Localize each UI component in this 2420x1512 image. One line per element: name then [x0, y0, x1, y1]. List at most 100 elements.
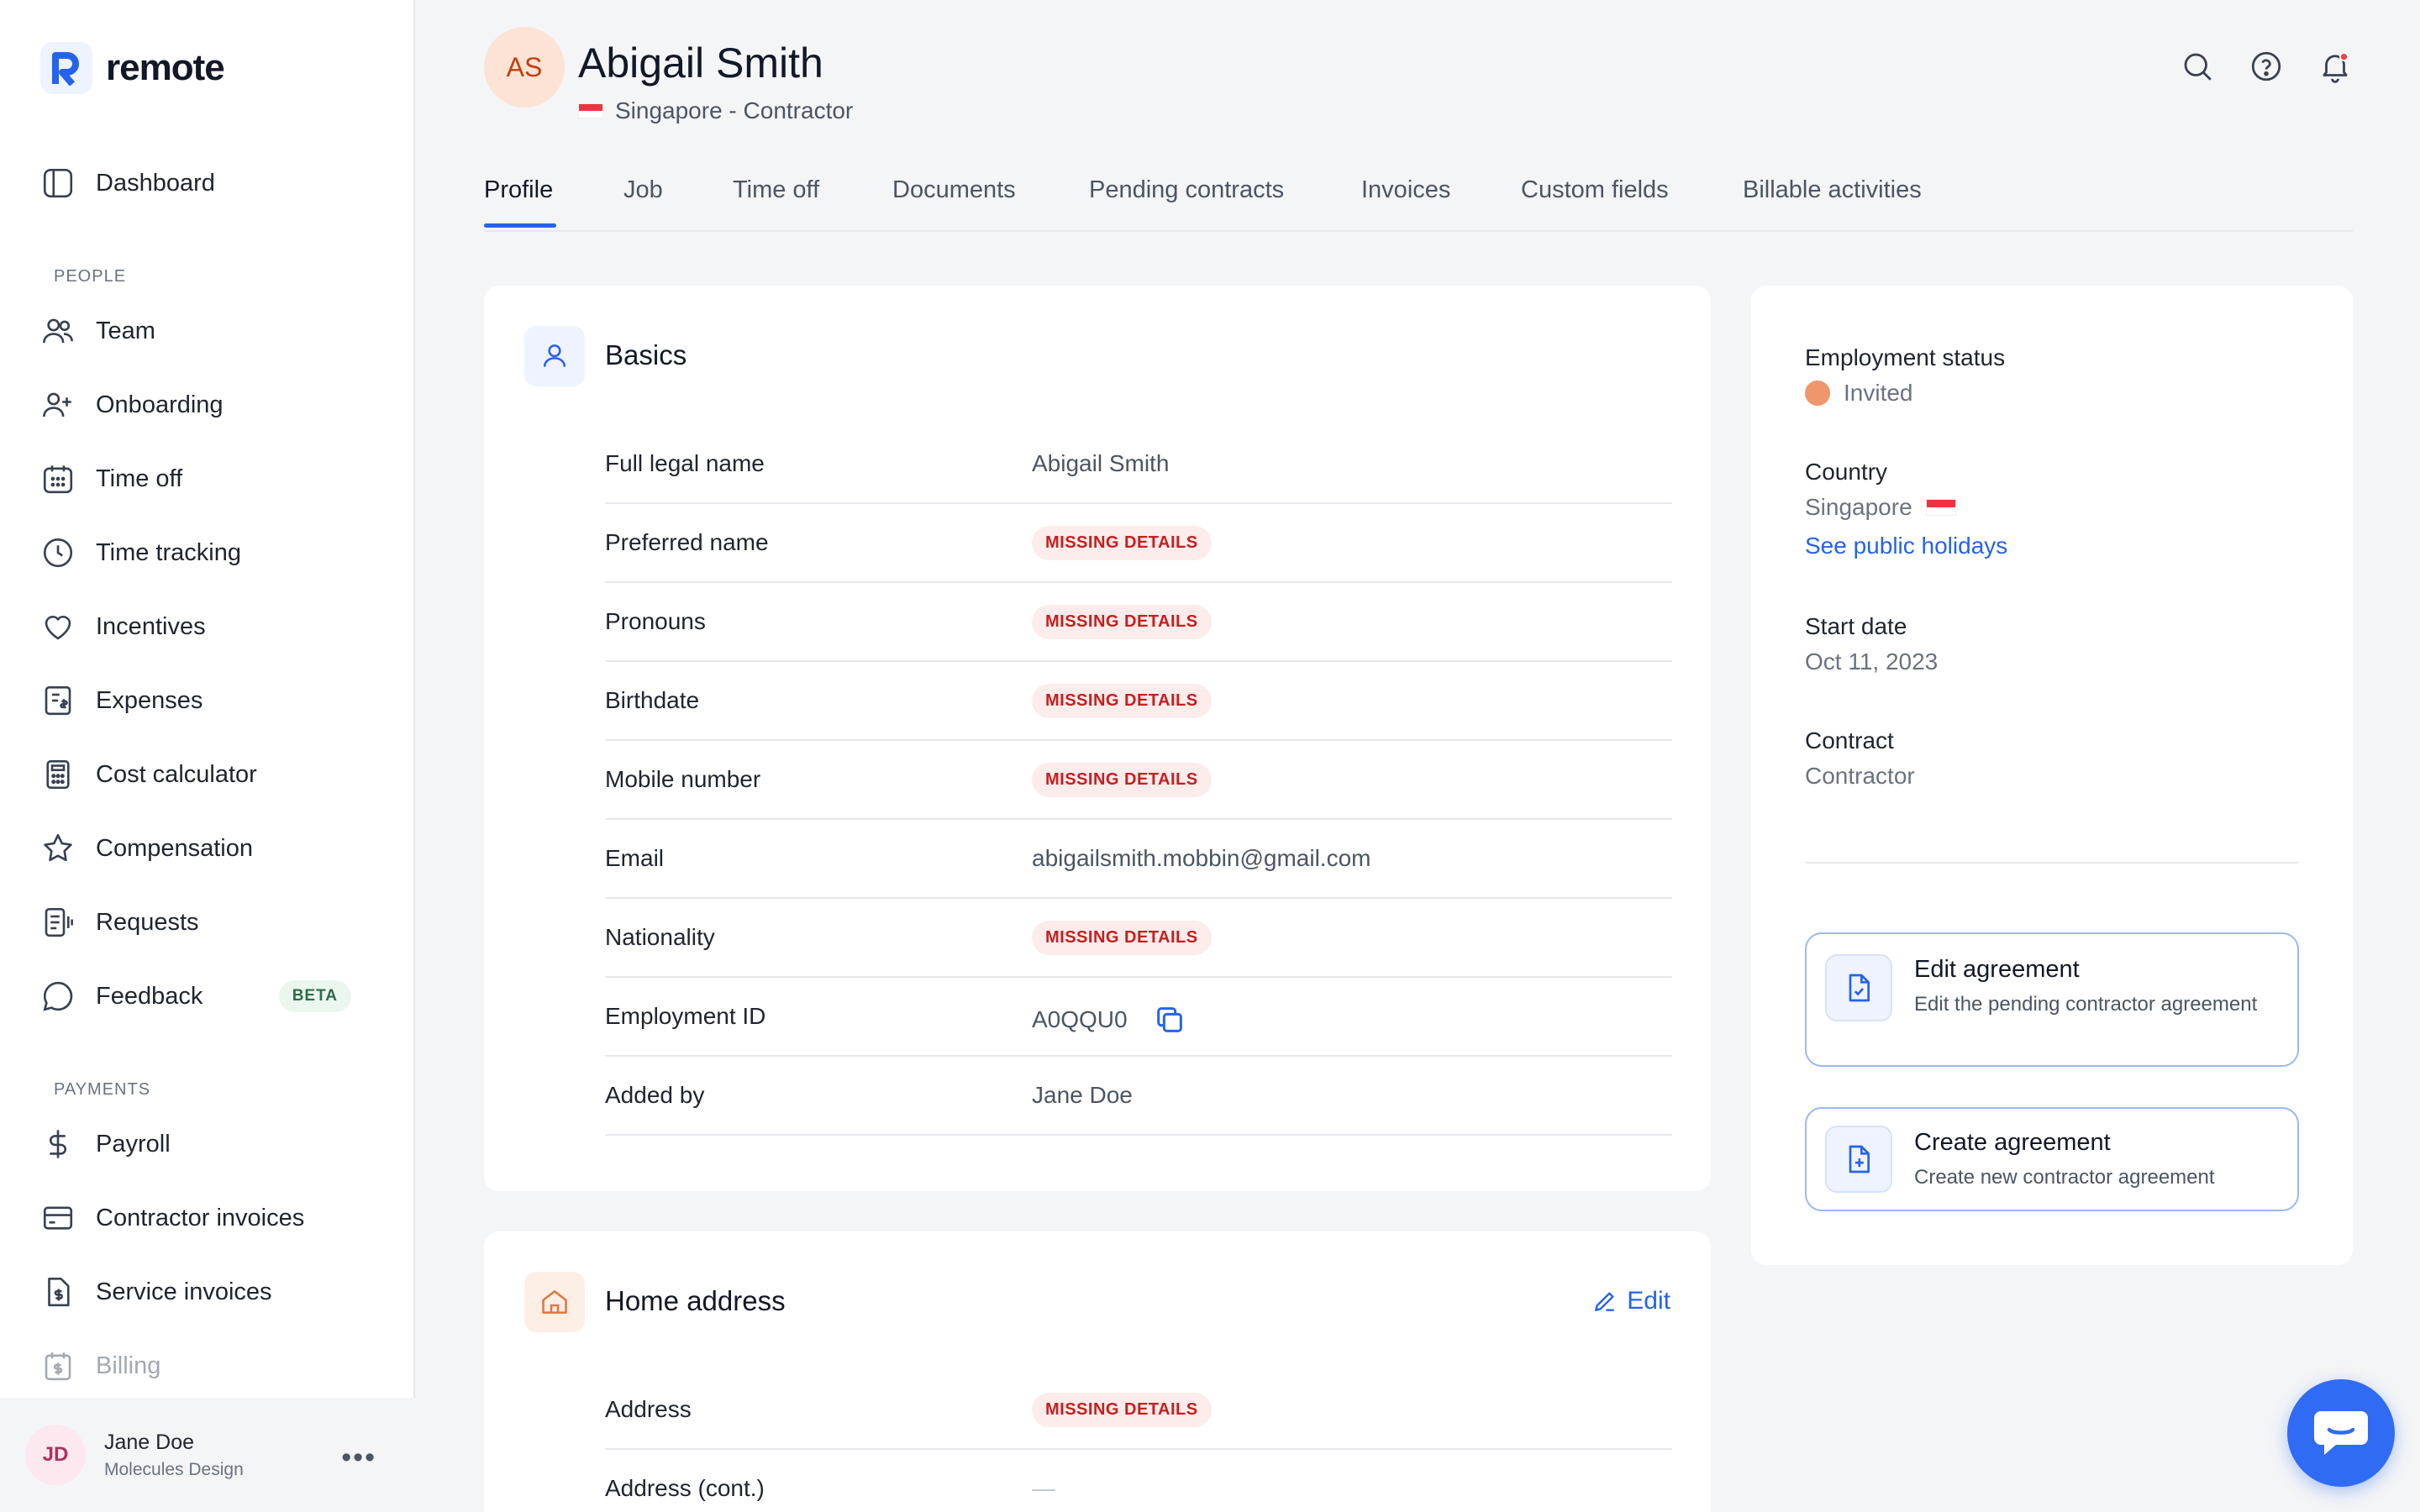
- invoice-dollar-icon: [48, 1277, 70, 1307]
- tab-label: Billable activities: [1743, 176, 1922, 203]
- header-actions: [2180, 49, 2353, 84]
- tab-time-off[interactable]: Time off: [733, 176, 819, 204]
- document-plus-icon: [1825, 1126, 1892, 1193]
- dollar-icon: [50, 1130, 66, 1158]
- brand-logo[interactable]: remote: [40, 42, 225, 94]
- field-email: Email abigailsmith.mobbin@gmail.com: [605, 820, 1672, 899]
- calculator-icon: [46, 759, 70, 790]
- tab-pending-contracts[interactable]: Pending contracts: [1089, 176, 1284, 204]
- star-icon: [44, 833, 72, 862]
- edit-agreement-button[interactable]: Edit agreement Edit the pending contract…: [1805, 932, 2299, 1067]
- field-label: Birthdate: [605, 687, 700, 713]
- edit-address-button[interactable]: Edit: [1591, 1287, 1670, 1315]
- field-label: Pronouns: [605, 608, 706, 634]
- nav-onboarding[interactable]: Onboarding: [40, 380, 376, 430]
- nav-expenses[interactable]: Expenses: [40, 675, 376, 726]
- field-label: Email: [605, 845, 665, 871]
- tab-billable-activities[interactable]: Billable activities: [1743, 176, 1922, 204]
- document-check-icon: [1825, 954, 1892, 1021]
- nav-label: Service invoices: [96, 1278, 272, 1305]
- tab-custom-fields[interactable]: Custom fields: [1521, 176, 1669, 204]
- employment-status-value: Invited: [1805, 380, 1913, 407]
- profile-avatar: AS: [484, 27, 565, 108]
- user-account[interactable]: JD Jane Doe Molecules Design •••: [0, 1398, 415, 1512]
- nav-time-off[interactable]: Time off: [40, 454, 376, 504]
- help-icon[interactable]: [2249, 49, 2284, 84]
- field-address: Address MISSING DETAILS: [605, 1371, 1672, 1450]
- nav-compensation[interactable]: Compensation: [40, 823, 376, 874]
- user-avatar: JD: [25, 1425, 86, 1485]
- missing-details-badge: MISSING DETAILS: [1032, 763, 1212, 797]
- field-address-cont: Address (cont.) —: [605, 1450, 1672, 1512]
- tab-label: Time off: [733, 176, 820, 203]
- tab-profile[interactable]: Profile: [484, 176, 556, 228]
- nav-incentives[interactable]: Incentives: [40, 601, 376, 652]
- search-icon[interactable]: [2180, 49, 2215, 84]
- section-payments-label: PAYMENTS: [54, 1080, 151, 1099]
- home-address-card: Home address Edit Address MISSING DETAIL…: [484, 1231, 1711, 1512]
- nav-label: Contractor invoices: [96, 1204, 305, 1231]
- contract-value: Contractor: [1805, 763, 1915, 789]
- nav-cost-calculator[interactable]: Cost calculator: [40, 749, 376, 800]
- basics-card: Basics Full legal name Abigail Smith Pre…: [484, 286, 1711, 1191]
- country-label: Country: [1805, 459, 1888, 485]
- requests-icon: [45, 907, 73, 937]
- tab-invoices[interactable]: Invoices: [1361, 176, 1450, 204]
- clock-icon: [43, 538, 73, 568]
- nav-label: Incentives: [96, 612, 206, 640]
- profile-name: Abigail Smith: [578, 39, 823, 87]
- tab-label: Invoices: [1361, 176, 1451, 203]
- tab-label: Documents: [892, 176, 1016, 203]
- country-value: Singapore: [1805, 494, 1956, 521]
- nav-label: Payroll: [96, 1130, 171, 1158]
- nav-payroll[interactable]: Payroll: [40, 1119, 376, 1169]
- nav-service-invoices[interactable]: Service invoices: [40, 1267, 376, 1317]
- employment-status-label: Employment status: [1805, 344, 2006, 370]
- field-full-legal-name: Full legal name Abigail Smith: [605, 425, 1672, 504]
- nav-label: Billing: [96, 1352, 161, 1379]
- user-info: Jane Doe Molecules Design: [104, 1431, 244, 1480]
- nav-contractor-invoices[interactable]: Contractor invoices: [40, 1193, 376, 1243]
- nav-requests[interactable]: Requests: [40, 897, 376, 948]
- employment-id-value: A0QQU0: [1032, 1006, 1128, 1032]
- field-nationality: Nationality MISSING DETAILS: [605, 899, 1672, 978]
- field-preferred-name: Preferred name MISSING DETAILS: [605, 504, 1672, 583]
- nav-label: Expenses: [96, 686, 203, 714]
- nav-dashboard[interactable]: Dashboard: [40, 158, 376, 208]
- pencil-icon: [1595, 1292, 1614, 1311]
- tab-label: Custom fields: [1521, 176, 1669, 203]
- singapore-flag-icon: [578, 103, 603, 118]
- active-tab-indicator: [484, 223, 556, 228]
- nav-feedback[interactable]: Feedback BETA: [40, 971, 376, 1021]
- more-options-icon[interactable]: •••: [341, 1441, 376, 1474]
- user-name: Jane Doe: [104, 1430, 195, 1454]
- nav-billing[interactable]: Billing: [40, 1341, 376, 1391]
- profile-location: Singapore - Contractor: [615, 97, 854, 123]
- nav-time-tracking[interactable]: Time tracking: [40, 528, 376, 578]
- nav-team[interactable]: Team: [40, 306, 376, 356]
- copy-icon[interactable]: [1153, 1003, 1186, 1037]
- section-people-label: PEOPLE: [54, 267, 127, 286]
- summary-divider: [1805, 862, 2299, 864]
- field-label: Mobile number: [605, 766, 761, 792]
- team-icon: [43, 318, 73, 344]
- nav-label: Time tracking: [96, 538, 241, 566]
- nav-label: Compensation: [96, 834, 253, 862]
- tab-job[interactable]: Job: [623, 176, 663, 204]
- tab-label: Profile: [484, 176, 554, 203]
- basics-title: Basics: [605, 339, 687, 370]
- action-title: Edit agreement: [1914, 956, 2080, 983]
- add-person-icon: [43, 392, 71, 417]
- chat-support-button[interactable]: [2287, 1379, 2395, 1487]
- notification-bell-icon[interactable]: [2317, 49, 2353, 84]
- public-holidays-link[interactable]: See public holidays: [1805, 533, 2007, 559]
- field-label: Nationality: [605, 924, 715, 950]
- remote-logo-icon: [40, 42, 92, 94]
- tab-documents[interactable]: Documents: [892, 176, 1016, 204]
- field-employment-id: Employment ID A0QQU0: [605, 978, 1672, 1057]
- chat-bubble-icon: [43, 981, 73, 1011]
- brand-name: remote: [106, 47, 225, 88]
- user-org: Molecules Design: [104, 1459, 244, 1479]
- create-agreement-button[interactable]: Create agreement Create new contractor a…: [1805, 1107, 2299, 1211]
- field-value: Abigail Smith: [1032, 450, 1170, 476]
